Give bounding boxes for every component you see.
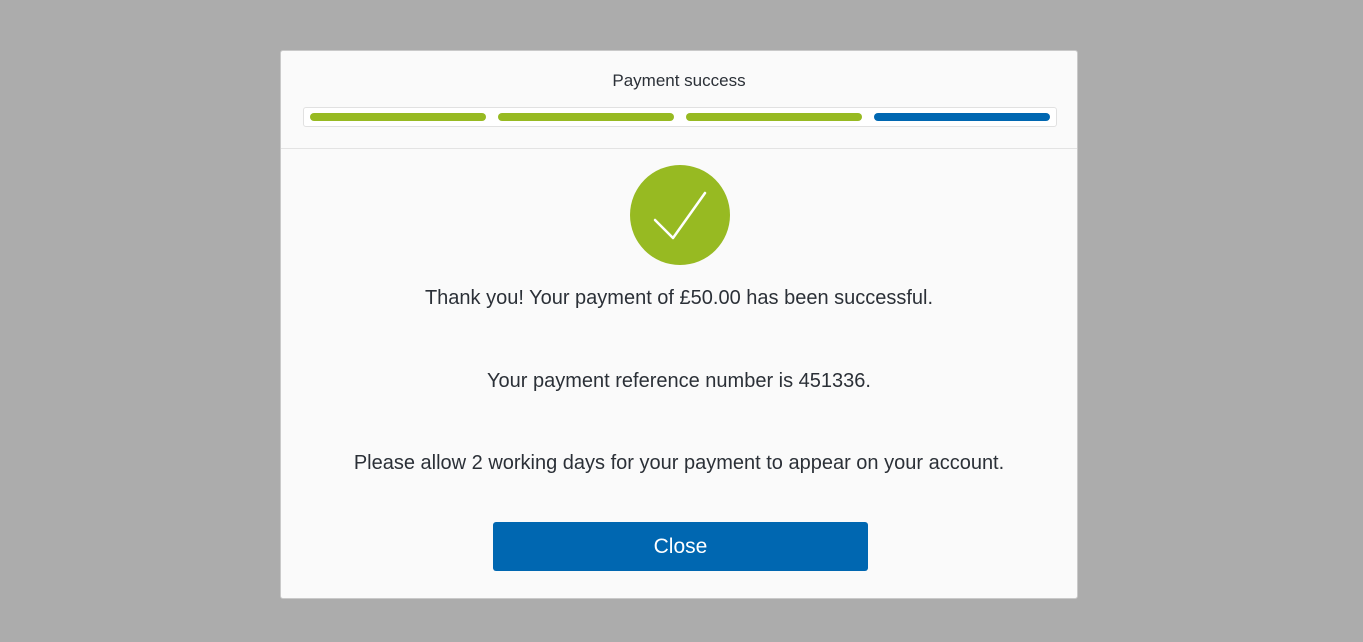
progress-step-4 bbox=[874, 113, 1050, 121]
payment-reference-message: Your payment reference number is 451336. bbox=[487, 370, 871, 392]
checkmark-icon bbox=[653, 191, 707, 240]
close-button[interactable]: Close bbox=[493, 522, 868, 571]
processing-time-message: Please allow 2 working days for your pay… bbox=[353, 452, 1005, 474]
payment-success-message: Thank you! Your payment of £50.00 has be… bbox=[424, 287, 934, 309]
dialog-header: Payment success bbox=[281, 51, 1077, 149]
step-progress-bar bbox=[303, 107, 1057, 127]
progress-step-2 bbox=[498, 113, 674, 121]
checkmark-circle-icon bbox=[630, 165, 730, 265]
payment-success-dialog: Payment success Thank you! Your payment … bbox=[280, 50, 1078, 599]
dialog-title: Payment success bbox=[612, 71, 746, 90]
progress-step-1 bbox=[310, 113, 486, 121]
dialog-body: Thank you! Your payment of £50.00 has be… bbox=[281, 149, 1077, 599]
progress-step-3 bbox=[686, 113, 862, 121]
